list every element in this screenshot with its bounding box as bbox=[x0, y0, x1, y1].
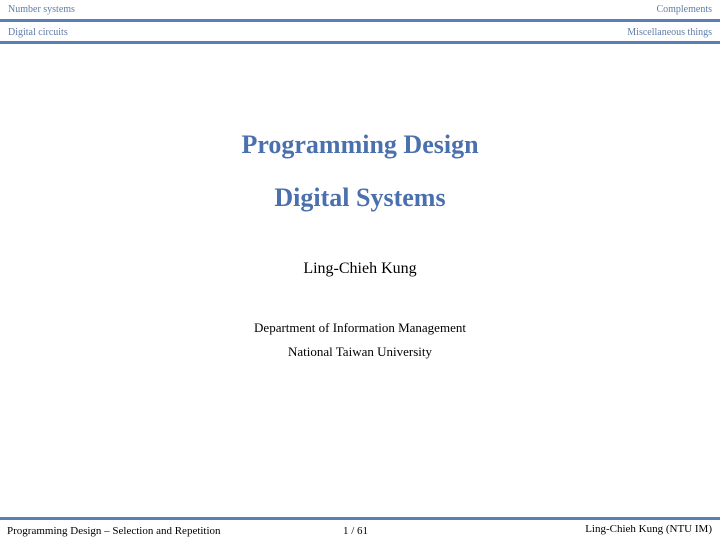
slide-subtitle: Digital Systems bbox=[274, 183, 446, 212]
footer-divider bbox=[0, 517, 720, 520]
subsection-nav: Digital circuits Miscellaneous things bbox=[0, 23, 720, 43]
footer-title: Programming Design – Selection and Repet… bbox=[7, 525, 221, 537]
section-nav: Number systems Complements bbox=[0, 0, 720, 20]
department: Department of Information Management bbox=[254, 320, 466, 335]
university: National Taiwan University bbox=[288, 344, 432, 359]
nav-link-number-systems[interactable]: Number systems bbox=[8, 4, 75, 15]
page-number: 1 / 61 bbox=[343, 525, 369, 537]
nav-link-miscellaneous-things[interactable]: Miscellaneous things bbox=[627, 27, 712, 38]
header-divider bbox=[0, 41, 720, 44]
header-divider bbox=[0, 19, 720, 22]
slide-title: Programming Design bbox=[241, 130, 479, 159]
nav-link-complements[interactable]: Complements bbox=[656, 4, 712, 15]
footer-author: Ling-Chieh Kung (NTU IM) bbox=[585, 523, 712, 535]
author-name: Ling-Chieh Kung bbox=[303, 260, 417, 277]
nav-link-digital-circuits[interactable]: Digital circuits bbox=[8, 27, 68, 38]
